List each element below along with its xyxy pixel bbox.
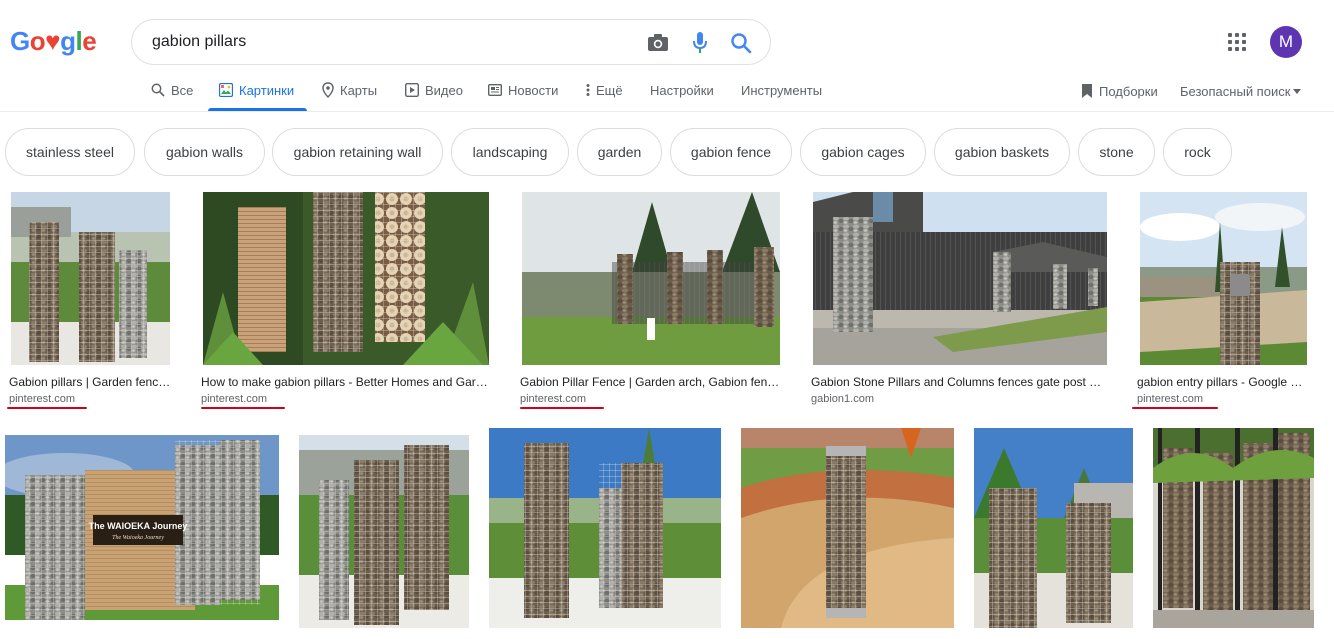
tab-video[interactable]: Видео: [405, 80, 463, 100]
chip-stone[interactable]: stone: [1078, 128, 1155, 176]
search-icon: [151, 83, 165, 97]
tab-images[interactable]: Картинки: [219, 80, 294, 100]
image-result[interactable]: Gabion pillars | Garden fenci… pinterest…: [7, 192, 171, 412]
result-source: pinterest.com: [520, 393, 587, 405]
tab-label: Все: [171, 82, 194, 98]
image-result[interactable]: [974, 428, 1133, 628]
chip-gabion-walls[interactable]: gabion walls: [144, 128, 265, 176]
tab-label: Ещё: [596, 82, 623, 98]
tab-all[interactable]: Все: [151, 80, 193, 100]
result-thumbnail[interactable]: [522, 192, 780, 365]
sign-subtitle: The Waioeka Journey: [112, 535, 164, 541]
tab-label: Инструменты: [741, 82, 823, 98]
avatar[interactable]: M: [1270, 26, 1302, 58]
annotation-underline: [1132, 407, 1218, 409]
tab-label: Видео: [425, 82, 463, 98]
result-thumbnail[interactable]: [489, 428, 721, 628]
tab-tools[interactable]: Инструменты: [741, 80, 822, 100]
search-icon[interactable]: [729, 31, 753, 55]
chip-gabion-retaining-wall[interactable]: gabion retaining wall: [272, 128, 443, 176]
image-result[interactable]: The WAIOEKA Journey The Waioeka Journey: [5, 435, 279, 620]
camera-icon[interactable]: [646, 31, 670, 55]
result-caption: Gabion pillars | Garden fenci…: [9, 375, 171, 389]
logo-letter: o: [29, 26, 46, 56]
tab-news[interactable]: Новости: [488, 80, 558, 100]
logo-letter: G: [10, 26, 30, 56]
more-vert-icon: [586, 84, 590, 96]
result-caption: How to make gabion pillars - Better Home…: [201, 375, 488, 389]
image-result[interactable]: How to make gabion pillars - Better Home…: [201, 192, 491, 412]
image-result[interactable]: Gabion Pillar Fence | Garden arch, Gabio…: [520, 192, 785, 412]
annotation-underline: [201, 407, 285, 409]
result-caption: Gabion Pillar Fence | Garden arch, Gabio…: [520, 375, 785, 389]
tab-label: Карты: [340, 82, 378, 98]
result-thumbnail[interactable]: [11, 192, 170, 365]
result-thumbnail[interactable]: [1140, 192, 1307, 365]
sign-title: The WAIOEKA Journey: [89, 521, 188, 531]
safe-search-dropdown[interactable]: Безопасный поиск: [1180, 81, 1302, 101]
tab-label: Настройки: [650, 82, 714, 98]
map-pin-icon: [322, 82, 334, 98]
video-icon: [405, 83, 419, 97]
image-result[interactable]: [1153, 428, 1314, 628]
image-result[interactable]: [741, 428, 954, 628]
tab-more[interactable]: Ещё: [586, 80, 623, 100]
chip-gabion-baskets[interactable]: gabion baskets: [934, 128, 1070, 176]
collections-label: Подборки: [1099, 83, 1158, 99]
search-box: [131, 19, 771, 65]
result-thumbnail[interactable]: [203, 192, 489, 365]
google-logo[interactable]: Go♥gle: [10, 26, 97, 57]
result-caption: gabion entry pillars - Google S…: [1137, 375, 1309, 389]
image-result[interactable]: gabion entry pillars - Google S… pintere…: [1132, 192, 1309, 412]
result-source: pinterest.com: [201, 393, 268, 405]
result-source: gabion1.com: [811, 393, 874, 405]
logo-heart: ♥: [45, 26, 61, 56]
active-tab-indicator: [208, 108, 307, 111]
result-thumbnail[interactable]: [1153, 428, 1314, 628]
result-caption: Gabion Stone Pillars and Columns fences …: [811, 375, 1102, 389]
result-thumbnail[interactable]: [299, 435, 469, 628]
search-tabs-nav: Все Картинки Карты Видео Новости Ещё Нас…: [0, 70, 1334, 112]
caret-down-icon: [1293, 88, 1302, 94]
news-icon: [488, 84, 502, 96]
apps-grid-icon[interactable]: [1228, 33, 1246, 51]
safe-search-label: Безопасный поиск: [1180, 83, 1291, 99]
result-source: pinterest.com: [9, 393, 76, 405]
tab-maps[interactable]: Карты: [322, 80, 377, 100]
result-thumbnail[interactable]: [741, 428, 954, 628]
annotation-underline: [520, 407, 604, 409]
tab-settings[interactable]: Настройки: [650, 80, 714, 100]
microphone-icon[interactable]: [688, 31, 712, 55]
result-source: pinterest.com: [1137, 393, 1204, 405]
chip-landscaping[interactable]: landscaping: [451, 128, 569, 176]
result-thumbnail[interactable]: The WAIOEKA Journey The Waioeka Journey: [5, 435, 279, 620]
image-icon: [219, 83, 233, 97]
result-thumbnail[interactable]: [813, 192, 1107, 365]
logo-letter: e: [82, 26, 97, 56]
chip-rock[interactable]: rock: [1163, 128, 1232, 176]
image-result[interactable]: [489, 428, 721, 628]
chip-gabion-fence[interactable]: gabion fence: [670, 128, 792, 176]
annotation-underline: [7, 407, 87, 409]
chip-stainless-steel[interactable]: stainless steel: [5, 128, 135, 176]
tab-label: Новости: [508, 82, 559, 98]
chip-gabion-cages[interactable]: gabion cages: [800, 128, 926, 176]
search-input[interactable]: [152, 33, 622, 51]
chip-garden[interactable]: garden: [577, 128, 662, 176]
result-thumbnail[interactable]: [974, 428, 1133, 628]
logo-letter: g: [60, 26, 76, 56]
tab-label: Картинки: [239, 82, 295, 98]
image-result[interactable]: [299, 435, 469, 628]
bookmark-icon: [1082, 84, 1092, 98]
image-result[interactable]: Gabion Stone Pillars and Columns fences …: [811, 192, 1111, 412]
collections-link[interactable]: Подборки: [1081, 81, 1158, 101]
